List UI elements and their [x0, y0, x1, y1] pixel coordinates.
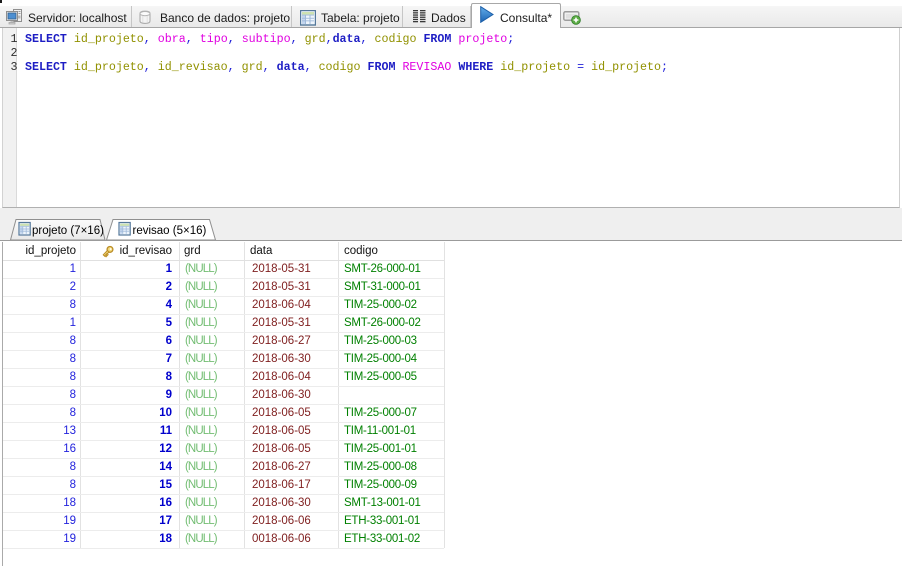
svg-text:revisao (5×16): revisao (5×16): [133, 225, 207, 237]
svg-text:projeto (7×16): projeto (7×16): [32, 225, 104, 237]
